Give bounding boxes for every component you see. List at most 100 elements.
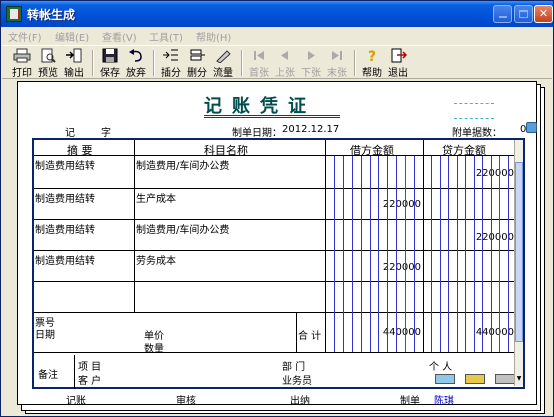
col-summary: 摘 要 xyxy=(67,144,93,157)
help-button[interactable]: ? 帮助 xyxy=(360,48,384,79)
first-label: 首张 xyxy=(249,68,269,79)
row-summary[interactable]: 制造费用结转 xyxy=(35,157,95,172)
toolbar-separator xyxy=(241,50,243,76)
row-account[interactable]: 生产成本 xyxy=(136,190,176,205)
toolbar-separator xyxy=(92,50,94,76)
digit-line xyxy=(465,156,466,352)
digit-line xyxy=(352,156,353,352)
footer-cashier: 出纳 xyxy=(290,396,310,407)
last-button[interactable]: 末张 xyxy=(325,48,349,79)
menu-help[interactable]: 帮助(H) xyxy=(196,29,231,44)
footer-maker-name: 陈琪 xyxy=(434,396,454,407)
first-button[interactable]: 首张 xyxy=(247,48,271,79)
save-button[interactable]: 保存 xyxy=(98,48,122,79)
project-label: 项 目 xyxy=(78,362,102,373)
digit-line xyxy=(508,156,509,352)
footer-maker-label: 制单 xyxy=(400,396,420,407)
row-summary[interactable]: 制造费用结转 xyxy=(35,221,95,236)
grid-line xyxy=(134,140,135,312)
row-account[interactable]: 制造费用/车间办公费 xyxy=(136,221,229,236)
maximize-button[interactable] xyxy=(514,5,533,23)
next-label: 下张 xyxy=(301,68,321,79)
attachment-icon[interactable] xyxy=(526,122,537,133)
exit-icon xyxy=(389,48,408,63)
save-label: 保存 xyxy=(100,68,120,79)
vertical-scrollbar[interactable]: ▼ xyxy=(514,140,523,386)
grid-line xyxy=(325,140,326,352)
minimize-icon xyxy=(498,16,507,18)
export-button[interactable]: 输出 xyxy=(62,48,86,79)
help-label: 帮助 xyxy=(362,68,382,79)
digit-line xyxy=(431,156,432,352)
help-icon: ? xyxy=(363,48,381,65)
print-button[interactable]: 打印 xyxy=(10,48,34,79)
flow-button[interactable]: 流量 xyxy=(211,48,235,79)
last-label: 末张 xyxy=(327,68,347,79)
dashed-field[interactable] xyxy=(454,103,494,104)
notes-icon-1[interactable] xyxy=(435,374,455,384)
save-icon xyxy=(101,48,119,63)
decimal-line xyxy=(405,156,406,352)
insert-entry-button[interactable]: 插分 xyxy=(159,48,183,79)
preview-label: 预览 xyxy=(38,68,58,79)
preview-button[interactable]: 预览 xyxy=(36,48,60,79)
decimal-line xyxy=(499,156,500,352)
abandon-button[interactable]: 放弃 xyxy=(124,48,148,79)
exit-button[interactable]: 退出 xyxy=(386,48,410,79)
app-icon xyxy=(6,6,22,22)
digit-line xyxy=(334,156,335,352)
row-debit[interactable]: 220000 xyxy=(328,199,421,210)
first-icon xyxy=(250,48,268,63)
department-label: 部 门 xyxy=(282,362,306,373)
row-account[interactable]: 制造费用/车间办公费 xyxy=(136,157,229,172)
prev-button[interactable]: 上张 xyxy=(273,48,297,79)
delete-row-icon xyxy=(188,48,206,63)
digit-line xyxy=(396,156,397,352)
prev-label: 上张 xyxy=(275,68,295,79)
scrollbar-thumb[interactable] xyxy=(515,162,523,342)
title-underline xyxy=(204,117,340,118)
undo-icon xyxy=(127,48,145,63)
date-label: 制单日期： xyxy=(232,128,282,139)
total-label: 合 计 xyxy=(298,331,322,342)
close-button[interactable]: ✕ xyxy=(534,5,553,23)
notes-icon-3[interactable] xyxy=(495,374,515,384)
menu-tools[interactable]: 工具(T) xyxy=(149,29,183,44)
grid-line xyxy=(74,355,75,389)
dashed-field[interactable] xyxy=(454,118,494,119)
menu-file[interactable]: 文件(F) xyxy=(8,29,42,44)
title-underline xyxy=(204,115,340,116)
debit-total: 440000 xyxy=(382,327,421,338)
menu-view[interactable]: 查看(V) xyxy=(102,29,137,44)
date-field[interactable]: 2012.12.17 xyxy=(282,124,339,135)
ticket-date-label: 日期 xyxy=(35,330,55,341)
pencil-icon xyxy=(214,48,232,64)
printer-icon xyxy=(13,48,31,63)
row-debit[interactable]: 220000 xyxy=(328,262,421,273)
digit-line xyxy=(457,156,458,352)
row-summary[interactable]: 制造费用结转 xyxy=(35,190,95,205)
insert-row-icon xyxy=(162,48,180,63)
salesperson-label: 业务员 xyxy=(282,376,312,387)
grid-line xyxy=(34,281,516,282)
delete-label: 删分 xyxy=(187,68,207,79)
scroll-down-icon[interactable]: ▼ xyxy=(515,374,523,384)
minimize-button[interactable] xyxy=(493,5,512,23)
notes-icon-2[interactable] xyxy=(465,374,485,384)
svg-text:?: ? xyxy=(368,49,376,63)
last-icon xyxy=(328,48,346,63)
document-area: 记账凭证 记 字 制单日期： 2012.12.17 附单据数： 0 摘 要 科目… xyxy=(5,81,551,416)
row-summary[interactable]: 制造费用结转 xyxy=(35,252,95,267)
delete-entry-button[interactable]: 删分 xyxy=(185,48,209,79)
voucher-word[interactable]: 记 xyxy=(65,124,75,139)
exit-label: 退出 xyxy=(388,68,408,79)
abandon-label: 放弃 xyxy=(126,68,146,79)
attachment-label: 附单据数： xyxy=(452,128,502,139)
digit-line xyxy=(387,156,388,352)
digit-line xyxy=(448,156,449,352)
menu-edit[interactable]: 编辑(E) xyxy=(55,29,89,44)
row-account[interactable]: 劳务成本 xyxy=(136,252,176,267)
next-button[interactable]: 下张 xyxy=(299,48,323,79)
maximize-icon xyxy=(519,10,528,18)
digit-line xyxy=(370,156,371,352)
